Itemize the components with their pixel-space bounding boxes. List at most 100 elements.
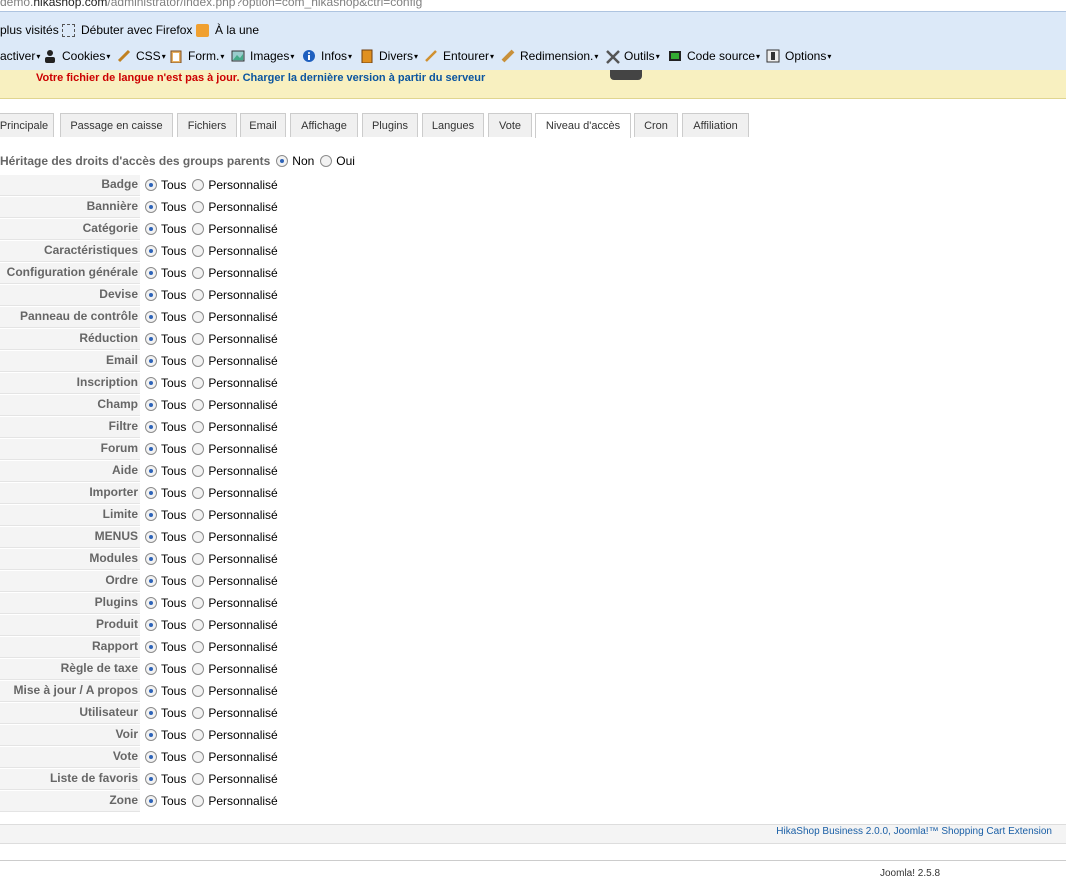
tab-cron[interactable]: Cron [634,113,678,137]
radio-tous[interactable] [145,619,157,631]
radio-personnalise[interactable] [192,267,205,279]
update-language-link[interactable]: Charger la dernière version à partir du … [243,72,486,84]
radio-tous[interactable] [145,685,157,697]
radio-personnalise[interactable] [192,377,205,389]
radio-tous[interactable] [145,421,157,433]
radio-personnalise[interactable] [192,289,205,301]
radio-tous[interactable] [145,487,157,499]
radio-personnalise[interactable] [192,421,205,433]
toolbar-redimension[interactable]: Redimension. ▾ [501,49,598,63]
tab-niveau-d-acces[interactable]: Niveau d'accès [535,113,631,139]
radio-personnalise[interactable] [192,487,205,499]
radio-tous[interactable] [145,179,157,191]
radio-personnalise[interactable] [192,531,205,543]
radio-tous[interactable] [145,575,157,587]
toolbar-images[interactable]: Images ▾ [231,49,294,63]
toolbar-css[interactable]: CSS ▾ [117,49,166,63]
toolbar-infos[interactable]: Infos ▾ [302,49,352,63]
access-row-options: Tous Personnalisé [145,508,284,522]
toolbar-code-source[interactable]: Code source ▾ [668,49,760,63]
toolbar-outils[interactable]: Outils ▾ [605,49,660,64]
radio-tous[interactable] [145,795,157,807]
tab-passage-en-caisse[interactable]: Passage en caisse [60,113,173,137]
tools-icon [605,49,620,64]
radio-tous[interactable] [145,443,157,455]
radio-personnalise[interactable] [192,179,205,191]
tab-vote[interactable]: Vote [488,113,532,137]
bookmark-getting-started[interactable]: Débuter avec Firefox [62,23,192,37]
address-bar[interactable]: demo.hikashop.com/administrator/index.ph… [0,0,1066,11]
radio-tous[interactable] [145,729,157,741]
tab-affiliation[interactable]: Affiliation [682,113,749,137]
radio-personnalise[interactable] [192,729,205,741]
radio-tous[interactable] [145,465,157,477]
radio-personnalise[interactable] [192,773,205,785]
bookmark-most-visited[interactable]: plus visités [0,23,59,37]
radio-personnalise[interactable] [192,355,205,367]
tab-plugins[interactable]: Plugins [362,113,418,137]
tab-principale[interactable]: Principale [0,113,54,137]
tab-email[interactable]: Email [240,113,286,137]
radio-personnalise[interactable] [192,619,205,631]
access-row: Rapport Tous Personnalisé [0,637,400,659]
radio-personnalise[interactable] [192,465,205,477]
radio-tous[interactable] [145,377,157,389]
access-row-options: Tous Personnalisé [145,794,284,808]
toolbar-label: Infos [321,49,348,63]
radio-tous[interactable] [145,333,157,345]
radio-personnalise[interactable] [192,223,205,235]
bookmark-headlines[interactable]: À la une [196,23,259,37]
toolbar-cookies[interactable]: Cookies ▾ [43,49,110,63]
radio-personnalise[interactable] [192,509,205,521]
radio-personnalise[interactable] [192,443,205,455]
radio-tous[interactable] [145,289,157,301]
radio-tous[interactable] [145,311,157,323]
tab-langues[interactable]: Langues [422,113,484,137]
radio-tous[interactable] [145,663,157,675]
toolbar-divers[interactable]: Divers ▾ [360,49,418,64]
radio-personnalise[interactable] [192,333,205,345]
radio-personnalise[interactable] [192,663,205,675]
radio-personnalise[interactable] [192,641,205,653]
hikashop-credit-link[interactable]: HikaShop Business 2.0.0, Joomla!™ Shoppi… [776,826,1052,837]
option-tous-label: Tous [161,684,187,698]
toolbar-activer[interactable]: activer ▾ [0,49,40,63]
inherit-oui-radio[interactable] [320,155,333,167]
radio-tous[interactable] [145,641,157,653]
access-row-options: Tous Personnalisé [145,464,284,478]
radio-personnalise[interactable] [192,201,205,213]
access-row-label: Zone [0,791,140,812]
radio-personnalise[interactable] [192,685,205,697]
toolbar-form[interactable]: Form. ▾ [169,49,224,64]
radio-tous[interactable] [145,201,157,213]
radio-tous[interactable] [145,707,157,719]
radio-personnalise[interactable] [192,575,205,587]
radio-personnalise[interactable] [192,795,205,807]
radio-tous[interactable] [145,531,157,543]
tab-affichage[interactable]: Affichage [290,113,358,137]
radio-personnalise[interactable] [192,399,205,411]
radio-personnalise[interactable] [192,597,205,609]
tab-fichiers[interactable]: Fichiers [177,113,237,137]
radio-tous[interactable] [145,597,157,609]
radio-personnalise[interactable] [192,553,205,565]
access-row-options: Tous Personnalisé [145,398,284,412]
radio-tous[interactable] [145,509,157,521]
radio-tous[interactable] [145,773,157,785]
option-tous-label: Tous [161,530,187,544]
radio-tous[interactable] [145,223,157,235]
inherit-non-radio[interactable] [276,155,289,167]
radio-personnalise[interactable] [192,245,205,257]
radio-tous[interactable] [145,245,157,257]
radio-tous[interactable] [145,399,157,411]
radio-personnalise[interactable] [192,707,205,719]
radio-tous[interactable] [145,355,157,367]
radio-personnalise[interactable] [192,751,205,763]
radio-tous[interactable] [145,553,157,565]
access-row-options: Tous Personnalisé [145,376,284,390]
toolbar-entourer[interactable]: Entourer ▾ [424,49,494,63]
radio-personnalise[interactable] [192,311,205,323]
toolbar-options[interactable]: Options ▾ [766,49,831,63]
radio-tous[interactable] [145,267,157,279]
radio-tous[interactable] [145,751,157,763]
